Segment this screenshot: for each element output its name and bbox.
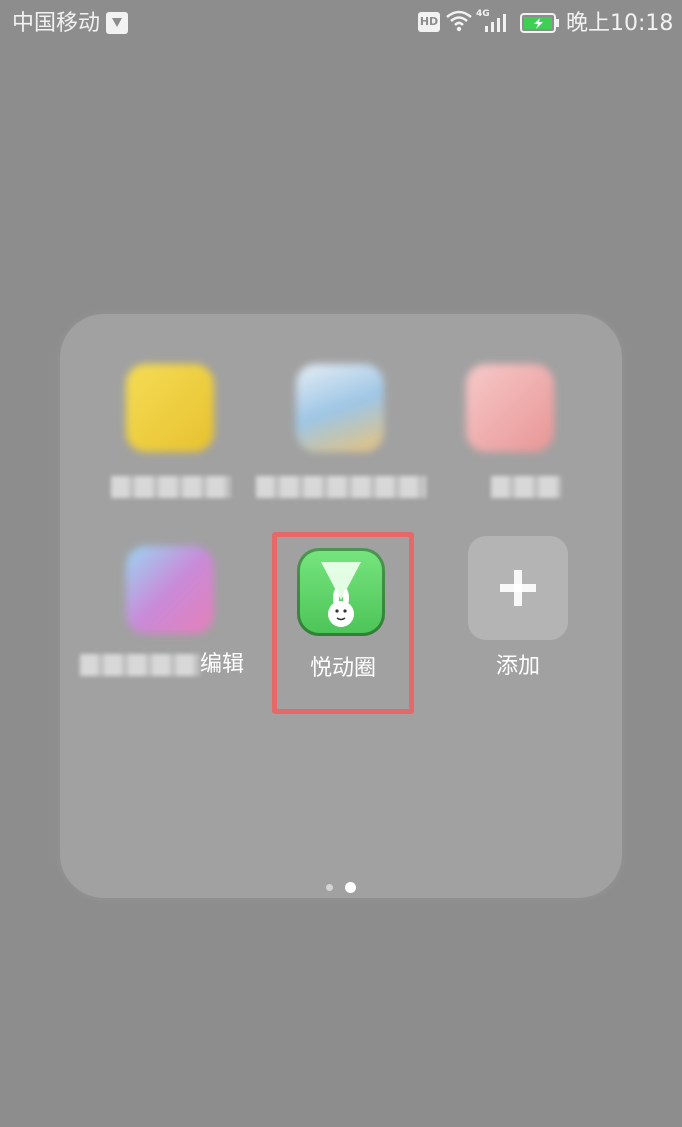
app-item-1[interactable] xyxy=(78,364,264,544)
app-label-yuedong: 悦动圈 xyxy=(309,656,376,681)
page-dot-1[interactable] xyxy=(326,884,333,891)
app-item-2[interactable] xyxy=(248,364,434,544)
folder-title[interactable] xyxy=(0,226,682,270)
page-dot-2-active[interactable] xyxy=(345,882,356,893)
signal-icon xyxy=(484,12,510,38)
yuedong-icon[interactable] xyxy=(297,548,385,636)
yellow-app-icon xyxy=(126,364,214,452)
folder-panel: 编辑 悦动圈 添加 xyxy=(60,314,622,898)
status-bar: 中国移动 HD 4G 晚上10:18 xyxy=(0,0,682,48)
carrier-label: 中国移动 xyxy=(12,11,101,36)
app-item-3[interactable] xyxy=(418,364,604,544)
add-icon xyxy=(500,570,536,606)
app-label: 编辑 xyxy=(199,652,244,677)
red-app-icon xyxy=(466,364,554,452)
purple-app-icon xyxy=(126,546,214,634)
add-folder-app-button[interactable] xyxy=(468,536,568,640)
clock: 晚上10:18 xyxy=(566,11,674,36)
hd-badge: HD xyxy=(418,12,440,32)
app-label-obscured xyxy=(111,476,231,498)
app-label-obscured xyxy=(256,476,426,498)
battery-charging-icon xyxy=(520,12,560,38)
sim-icon xyxy=(106,12,128,34)
blue-app-icon xyxy=(296,364,384,452)
app-label-obscured xyxy=(491,476,561,498)
app-item-4[interactable]: 编辑 xyxy=(78,546,264,726)
page-indicator[interactable] xyxy=(322,880,362,894)
wifi-icon xyxy=(446,10,472,36)
add-label: 添加 xyxy=(495,654,540,679)
